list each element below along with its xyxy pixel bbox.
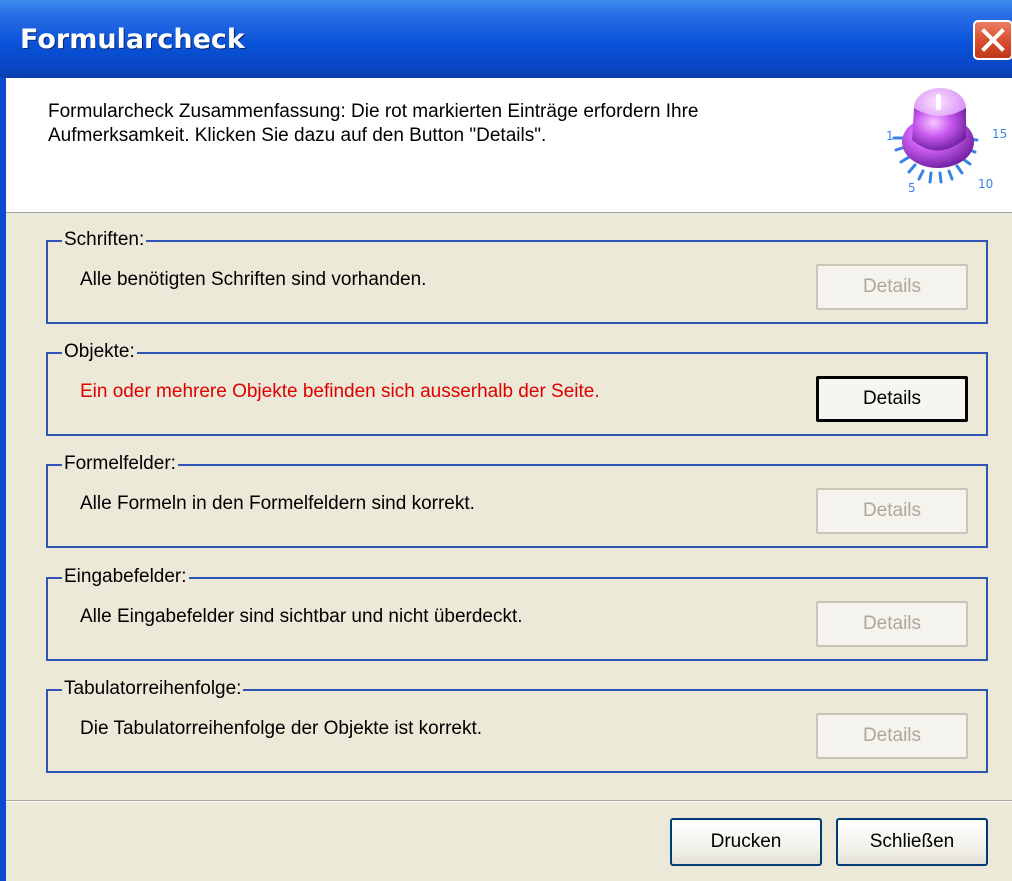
close-button[interactable] <box>973 20 1012 60</box>
summary-line-2: Aufmerksamkeit. Klicken Sie dazu auf den… <box>48 125 547 146</box>
summary-text: Formularcheck Zusammenfassung: Die rot m… <box>48 100 848 148</box>
footer-separator <box>6 800 1012 802</box>
group-eingabefelder: Eingabefelder: Alle Eingabefelder sind s… <box>46 565 988 661</box>
title-bar[interactable]: Formularcheck <box>0 0 1012 78</box>
print-button[interactable]: Drucken <box>670 818 822 866</box>
details-button-eingabefelder[interactable]: Details <box>816 601 968 647</box>
group-legend: Tabulatorreihenfolge: <box>62 677 244 701</box>
header-panel: Formularcheck Zusammenfassung: Die rot m… <box>6 78 1012 213</box>
status-message: Alle Formeln in den Formelfeldern sind k… <box>80 493 475 514</box>
error-message: Ein oder mehrere Objekte befinden sich a… <box>80 381 600 402</box>
status-message: Alle Eingabefelder sind sichtbar und nic… <box>80 606 523 627</box>
dial-label-15: 15 <box>992 127 1007 141</box>
close-dialog-button[interactable]: Schließen <box>836 818 988 866</box>
dialog-window: Formularcheck Formularcheck Zusammenfass… <box>0 0 1012 881</box>
window-title: Formularcheck <box>20 24 245 55</box>
dial-label-1: 1 <box>886 129 894 143</box>
group-objekte: Objekte: Ein oder mehrere Objekte befind… <box>46 340 988 436</box>
close-x-icon <box>981 28 1005 52</box>
details-button-schriften[interactable]: Details <box>816 264 968 310</box>
group-tabulatorreihenfolge: Tabulatorreihenfolge: Die Tabulatorreihe… <box>46 677 988 773</box>
group-legend: Schriften: <box>62 228 147 252</box>
details-button-tabulatorreihenfolge[interactable]: Details <box>816 713 968 759</box>
group-legend: Formelfelder: <box>62 452 178 476</box>
status-message: Alle benötigten Schriften sind vorhanden… <box>80 269 427 290</box>
dial-label-10: 10 <box>978 177 993 191</box>
dial-knob-icon: 1 5 10 15 <box>886 88 1007 195</box>
group-formelfelder: Formelfelder: Alle Formeln in den Formel… <box>46 452 988 548</box>
group-schriften: Schriften: Alle benötigten Schriften sin… <box>46 228 988 324</box>
dial-label-5: 5 <box>908 181 916 195</box>
summary-line-1: Formularcheck Zusammenfassung: Die rot m… <box>48 101 699 122</box>
status-message: Die Tabulatorreihenfolge der Objekte ist… <box>80 718 483 739</box>
group-legend: Objekte: <box>62 340 137 364</box>
details-button-formelfelder[interactable]: Details <box>816 488 968 534</box>
group-legend: Eingabefelder: <box>62 565 189 589</box>
details-button-objekte[interactable]: Details <box>816 376 968 422</box>
